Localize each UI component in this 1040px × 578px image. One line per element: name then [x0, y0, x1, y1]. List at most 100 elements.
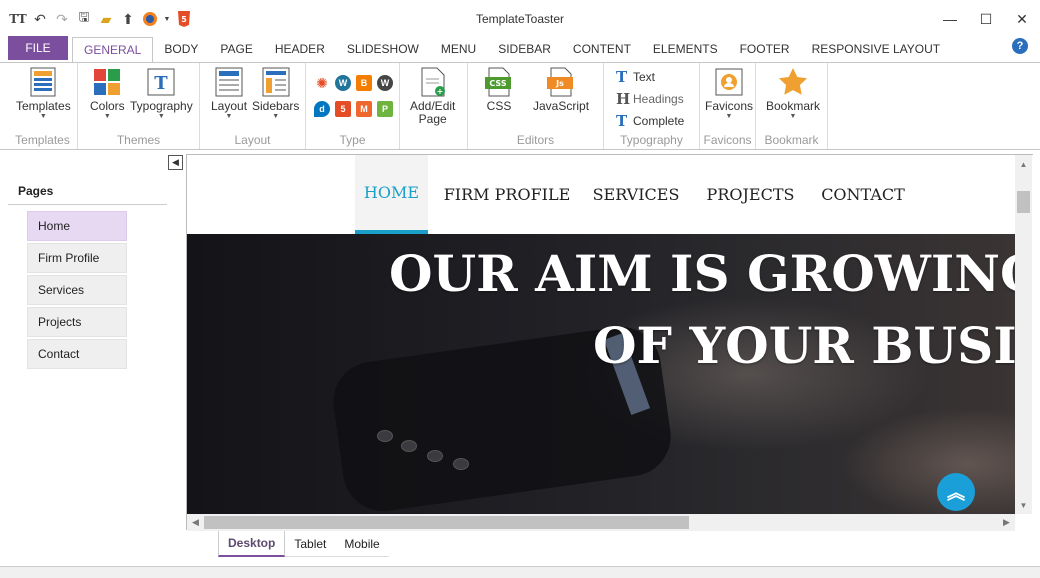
typography-complete-button[interactable]: T Complete	[616, 112, 684, 130]
status-bar	[0, 566, 1040, 578]
vertical-scroll-thumb[interactable]	[1017, 191, 1030, 213]
tab-body[interactable]: BODY	[153, 36, 209, 62]
colors-palette-icon	[92, 67, 122, 97]
html5-export-icon[interactable]: 5	[176, 10, 192, 28]
quick-access-toolbar: TT ↶ ↷ 🖫 ▰ ⬆ ▼ 5	[9, 9, 192, 28]
layout-icon	[214, 67, 244, 97]
hero-image-detail	[453, 458, 469, 470]
page-item-projects[interactable]: Projects	[27, 307, 127, 337]
site-nav-contact[interactable]: CONTACT	[815, 155, 911, 234]
svg-text:T: T	[155, 73, 169, 94]
minimize-button[interactable]: —	[932, 6, 968, 32]
svg-text:+: +	[436, 87, 443, 96]
page-item-home[interactable]: Home	[27, 211, 127, 241]
tab-responsive-layout[interactable]: RESPONSIVE LAYOUT	[801, 36, 951, 62]
pages-panel-title: Pages	[18, 184, 54, 198]
divider	[8, 204, 167, 205]
open-folder-icon[interactable]: ▰	[98, 10, 114, 28]
prestashop-icon[interactable]: P	[377, 101, 393, 117]
save-icon[interactable]: 🖫	[76, 9, 92, 28]
scroll-right-arrow-icon[interactable]: ▶	[998, 514, 1015, 531]
tab-menu[interactable]: MENU	[430, 36, 487, 62]
typography-button[interactable]: T Typography ▼	[130, 67, 193, 121]
sidebars-button[interactable]: Sidebars ▼	[252, 67, 299, 121]
text-icon: T	[616, 68, 628, 86]
scroll-up-arrow-icon[interactable]: ▲	[1015, 157, 1032, 171]
typography-icon: T	[146, 67, 176, 97]
tab-page[interactable]: PAGE	[209, 36, 263, 62]
svg-text:CSS: CSS	[489, 79, 506, 88]
file-tab[interactable]: FILE	[8, 36, 68, 60]
dropdown-arrow-icon: ▼	[157, 113, 165, 120]
dropdown-arrow-icon[interactable]: ▼	[164, 10, 171, 28]
typography-headings-button[interactable]: H Headings	[616, 90, 684, 108]
tab-sidebar[interactable]: SIDEBAR	[487, 36, 562, 62]
group-templates: Templates ▼ Templates	[8, 63, 78, 149]
sidebars-icon	[261, 67, 291, 97]
tab-desktop[interactable]: Desktop	[218, 531, 286, 557]
favicons-button[interactable]: Favicons ▼	[705, 67, 753, 121]
js-file-icon: Js	[546, 67, 576, 97]
bookmark-button[interactable]: Bookmark ▼	[766, 67, 820, 121]
tab-header[interactable]: HEADER	[264, 36, 336, 62]
css-file-icon: CSS	[484, 67, 514, 97]
svg-text:Js: Js	[555, 79, 564, 88]
help-icon[interactable]: ?	[1012, 38, 1028, 54]
layout-button[interactable]: Layout ▼	[211, 67, 247, 121]
site-nav-projects[interactable]: PROJECTS	[698, 155, 803, 234]
page-item-firm-profile[interactable]: Firm Profile	[27, 243, 127, 273]
star-icon	[778, 67, 808, 97]
templates-button[interactable]: Templates ▼	[16, 67, 71, 121]
hero-slideshow[interactable]: OUR AIM IS GROWING A OF YOUR BUSIN	[187, 234, 1015, 514]
publish-upload-icon[interactable]: ⬆	[120, 10, 136, 28]
tab-mobile[interactable]: Mobile	[335, 531, 389, 557]
tab-tablet[interactable]: Tablet	[285, 531, 336, 557]
page-item-services[interactable]: Services	[27, 275, 127, 305]
title-bar: TT ↶ ↷ 🖫 ▰ ⬆ ▼ 5 TemplateToaster — ☐ ✕	[0, 0, 1040, 38]
scroll-down-arrow-icon[interactable]: ▼	[1015, 498, 1032, 512]
app-logo-icon: TT	[9, 12, 27, 26]
html5-icon[interactable]: 5	[335, 101, 351, 117]
double-chevron-up-icon[interactable]: ︽	[937, 473, 975, 511]
blogger-icon[interactable]: B	[356, 75, 372, 91]
add-edit-page-button[interactable]: + Add/Edit Page	[410, 67, 455, 126]
typography-text-button[interactable]: T Text	[616, 68, 655, 86]
tab-elements[interactable]: ELEMENTS	[642, 36, 729, 62]
horizontal-scrollbar[interactable]: ◀ ▶	[187, 514, 1015, 531]
tab-content[interactable]: CONTENT	[562, 36, 642, 62]
ribbon: Templates ▼ Templates Colors ▼ T Typogra…	[0, 62, 1040, 150]
group-add-edit-page: + Add/Edit Page	[400, 63, 468, 149]
wordpress-theme-icon[interactable]: W	[377, 75, 393, 91]
close-button[interactable]: ✕	[1004, 6, 1040, 32]
site-nav-home[interactable]: HOME	[355, 155, 428, 234]
site-nav-firm-profile[interactable]: FIRM PROFILE	[439, 155, 575, 234]
site-menu: HOME FIRM PROFILE SERVICES PROJECTS CONT…	[187, 155, 1015, 234]
dropdown-arrow-icon: ▼	[39, 113, 47, 120]
svg-text:5: 5	[181, 15, 187, 24]
device-preview-tabs: Desktop Tablet Mobile	[218, 531, 389, 557]
hero-headline-line-2: OF YOUR BUSIN	[593, 316, 1015, 375]
drupal-icon[interactable]: d	[314, 101, 330, 117]
window-controls: — ☐ ✕	[932, 6, 1040, 32]
redo-icon[interactable]: ↷	[54, 10, 70, 28]
colors-button[interactable]: Colors ▼	[90, 67, 125, 121]
ribbon-tab-bar: FILE GENERAL BODY PAGE HEADER SLIDESHOW …	[0, 36, 1040, 63]
horizontal-scroll-thumb[interactable]	[204, 516, 689, 529]
javascript-editor-button[interactable]: Js JavaScript	[533, 67, 589, 113]
magento-icon[interactable]: M	[356, 101, 372, 117]
collapse-panel-icon[interactable]: ◀	[168, 155, 183, 170]
joomla-icon[interactable]: ✺	[314, 75, 330, 91]
tab-footer[interactable]: FOOTER	[729, 36, 801, 62]
undo-icon[interactable]: ↶	[32, 10, 48, 28]
dropdown-arrow-icon: ▼	[103, 113, 111, 120]
wordpress-icon[interactable]: W	[335, 75, 351, 91]
css-editor-button[interactable]: CSS CSS	[484, 67, 514, 113]
maximize-button[interactable]: ☐	[968, 6, 1004, 32]
scroll-left-arrow-icon[interactable]: ◀	[187, 514, 204, 531]
tab-slideshow[interactable]: SLIDESHOW	[336, 36, 430, 62]
site-nav-services[interactable]: SERVICES	[586, 155, 686, 234]
page-item-contact[interactable]: Contact	[27, 339, 127, 369]
tab-general[interactable]: GENERAL	[72, 37, 154, 63]
browser-preview-icon[interactable]	[142, 10, 158, 28]
vertical-scrollbar[interactable]: ▲ ▼	[1015, 155, 1032, 514]
